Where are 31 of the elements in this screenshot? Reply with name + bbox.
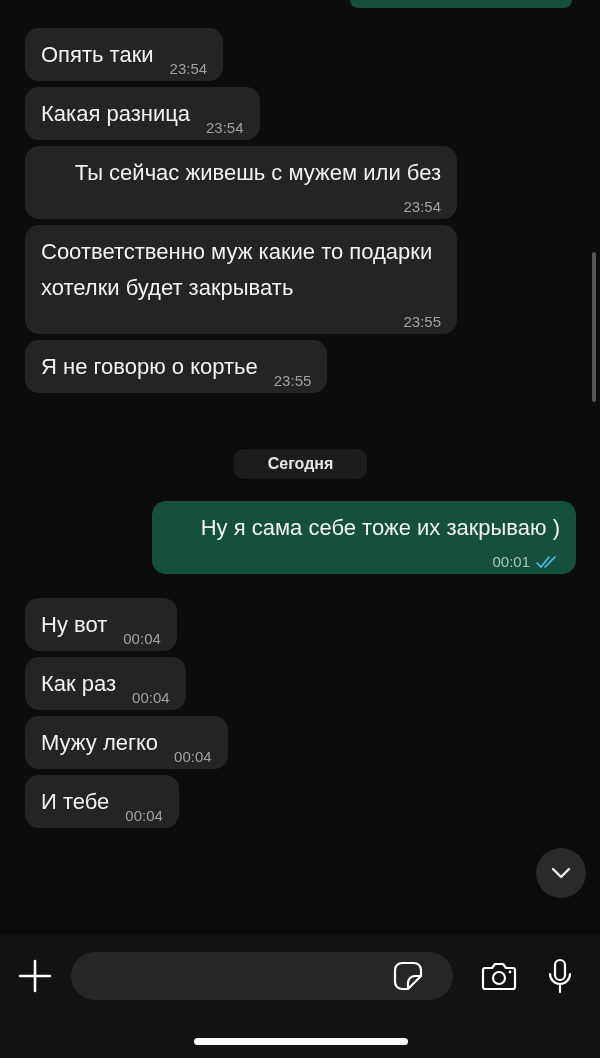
message-text: Ты сейчас живешь с мужем или без (74, 159, 441, 187)
message-text: Опять таки (41, 41, 154, 69)
microphone-icon (547, 957, 573, 994)
message-time: 00:04 (123, 629, 161, 649)
chevron-down-icon (551, 867, 571, 879)
message-time: 23:54 (169, 59, 208, 79)
date-label: Сегодня (233, 449, 368, 479)
message-time: 00:04 (125, 806, 163, 826)
message-text: И тебе (41, 788, 110, 816)
scroll-down-button[interactable] (536, 848, 586, 898)
message-text: Мужу легко (41, 729, 159, 757)
message-text: Как раз (41, 670, 117, 698)
sticker-icon (393, 960, 423, 991)
message-text: Какая разница (41, 100, 190, 128)
message-text: Ну вот (41, 611, 108, 639)
camera-icon (481, 960, 517, 991)
plus-icon (18, 958, 52, 993)
message-time: 23:54 (403, 197, 441, 217)
message-text: Соответственно муж какие то подарки хотелки будет закрывать (41, 238, 434, 302)
message-time: 23:55 (403, 312, 441, 332)
message-text: Ну я сама себе тоже их закрываю ) (200, 514, 560, 542)
message-input[interactable] (71, 951, 453, 1000)
message-time: 23:55 (273, 371, 312, 391)
message-time: 00:04 (132, 688, 170, 708)
message-time: 00:04 (174, 747, 212, 767)
add-button[interactable] (18, 958, 52, 993)
microphone-button[interactable] (547, 957, 573, 994)
message-text: Я не говорю о кортье (41, 353, 258, 381)
message-time: 23:54 (206, 118, 244, 138)
camera-button[interactable] (481, 960, 517, 991)
message-time: 00:01 (492, 552, 530, 572)
